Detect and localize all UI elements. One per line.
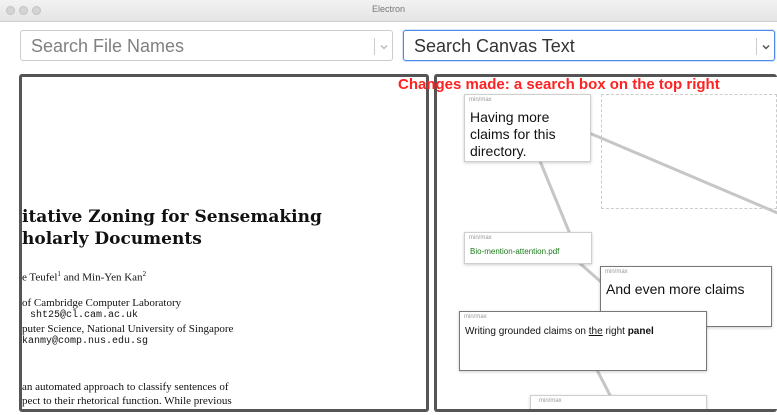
claim-card-partial[interactable]: min/max (530, 395, 707, 409)
claim-card-text: Having more claims for this directory. (470, 109, 556, 159)
claim-card-text: And even more claims (606, 281, 745, 297)
claim-card-writing[interactable]: min/max Writing grounded claims on the r… (459, 311, 707, 371)
paper-title-line-1: itative Zoning for Sensemaking (22, 207, 322, 227)
claim-text-bold: panel (627, 326, 654, 337)
search-canvas-text-input[interactable]: Search Canvas Text (403, 30, 775, 61)
paper-affiliation-1: of Cambridge Computer Laboratory (22, 297, 182, 309)
window-titlebar: Electron (0, 0, 777, 22)
chevron-down-icon[interactable] (760, 41, 772, 53)
paper-authors: e Teufel1 and Min-Yen Kan2 (22, 270, 146, 284)
paper-abstract-line-1: an automated approach to classify senten… (22, 381, 229, 393)
minmax-toggle[interactable]: min/max (469, 97, 492, 103)
window-title: Electron (371, 4, 406, 14)
claim-text-part: Writing grounded claims on (465, 326, 589, 337)
claim-card-directory[interactable]: min/max Having more claims for this dire… (464, 94, 591, 162)
paper-title-line-2: holarly Documents (22, 229, 202, 249)
search-file-names-input[interactable]: Search File Names (20, 30, 393, 61)
pdf-viewer-pane[interactable]: itative Zoning for Sensemaking holarly D… (19, 74, 429, 412)
search-file-names-placeholder: Search File Names (31, 36, 185, 56)
author-2-sup: 2 (142, 270, 147, 278)
claim-text-underlined: the (588, 326, 603, 337)
chevron-down-icon[interactable] (378, 41, 390, 53)
author-1: e Teufel (22, 271, 58, 284)
file-link[interactable]: Bio-mention-attention.pdf (470, 247, 559, 256)
claim-card-text: Writing grounded claims on the right pan… (465, 326, 654, 337)
combo-separator (374, 38, 375, 55)
empty-drop-area[interactable] (601, 94, 777, 209)
author-2: and Min-Yen Kan (60, 271, 143, 284)
paper-affiliation-2: puter Science, National University of Si… (22, 323, 234, 335)
paper-email-1: sht25@cl.cam.ac.uk (30, 310, 139, 321)
minmax-toggle[interactable]: min/max (469, 235, 492, 241)
changes-annotation: Changes made: a search box on the top ri… (398, 76, 720, 93)
claims-canvas-pane[interactable]: min/max Having more claims for this dire… (434, 74, 777, 412)
file-card[interactable]: min/max Bio-mention-attention.pdf (464, 232, 592, 264)
search-canvas-text-value: Search Canvas Text (414, 36, 575, 56)
claim-text-part: right (602, 326, 628, 337)
minmax-toggle[interactable]: min/max (539, 398, 562, 404)
paper-abstract-line-2: pect to their rhetorical function. While… (22, 395, 232, 407)
minmax-toggle[interactable]: min/max (464, 314, 487, 320)
paper-email-2: kanmy@comp.nus.edu.sg (22, 336, 149, 347)
combo-separator (756, 38, 757, 55)
minmax-toggle[interactable]: min/max (605, 269, 628, 275)
